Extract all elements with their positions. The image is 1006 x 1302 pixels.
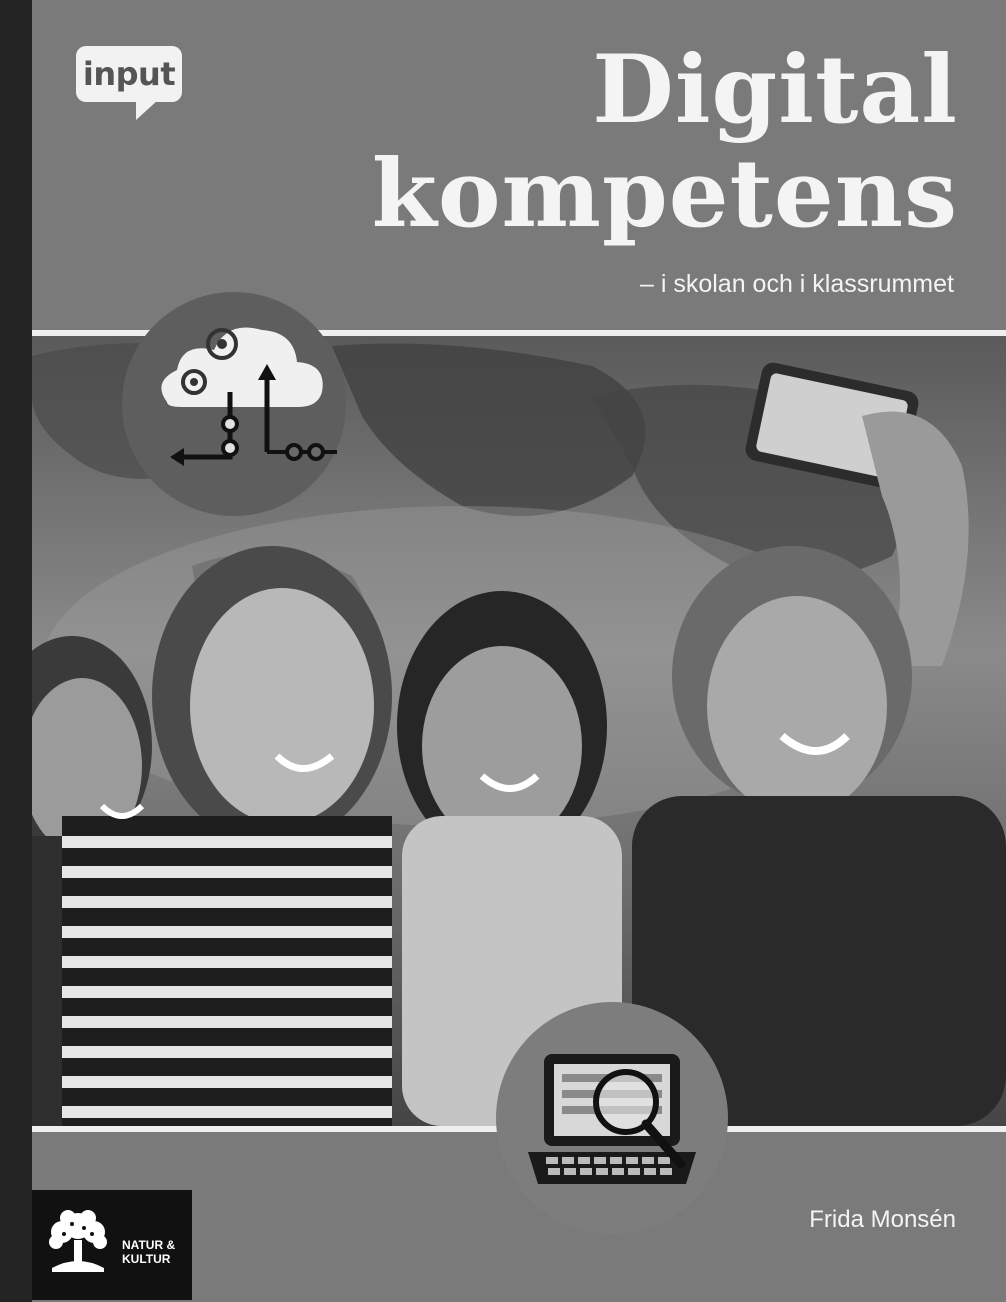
series-label: input — [82, 55, 176, 93]
publisher-logo: NATUR & KULTUR — [32, 1190, 192, 1300]
publisher-line-2: KULTUR — [122, 1252, 171, 1266]
title-line-1: Digital — [592, 35, 958, 145]
book-title: Digital kompetens — [258, 38, 958, 246]
striped-shirt — [62, 816, 392, 1126]
book-spine — [0, 0, 32, 1302]
cloud-network-icon — [122, 292, 346, 516]
book-author: Frida Monsén — [809, 1206, 956, 1233]
publisher-line-1: NATUR & — [122, 1238, 176, 1252]
series-badge: input — [76, 46, 182, 120]
publisher-name: NATUR & KULTUR — [122, 1238, 192, 1266]
laptop-search-icon — [496, 1002, 728, 1234]
book-cover: input Digital kompetens – i skolan och i… — [0, 0, 1006, 1302]
book-subtitle: – i skolan och i klassrummet — [639, 270, 954, 298]
tree-logo-icon — [49, 1210, 107, 1272]
title-line-2: kompetens — [371, 139, 958, 249]
